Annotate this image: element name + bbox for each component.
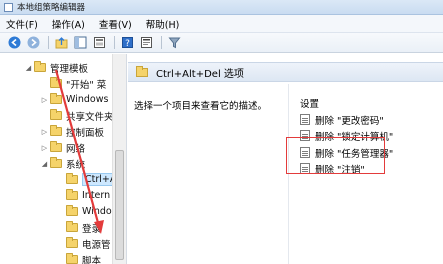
setting-remove-change-password[interactable]: 删除 "更改密码" bbox=[300, 112, 384, 127]
tree-item-windows-components[interactable]: ▷ Windows bbox=[40, 92, 108, 107]
collapse-arrow-icon[interactable]: ▷ bbox=[40, 128, 49, 136]
folder-icon bbox=[50, 109, 62, 120]
folder-icon bbox=[66, 173, 78, 184]
tree-item-windows-file[interactable]: Windo bbox=[56, 204, 112, 219]
folder-icon bbox=[50, 125, 62, 136]
help-icon[interactable]: ? bbox=[119, 35, 135, 51]
folder-icon bbox=[50, 93, 62, 104]
details-header: Ctrl+Alt+Del 选项 bbox=[128, 62, 443, 82]
menu-file[interactable]: 文件(F) bbox=[6, 17, 38, 31]
folder-icon bbox=[66, 221, 78, 232]
toolbar: ? bbox=[0, 33, 443, 53]
folder-icon bbox=[136, 65, 148, 77]
app-icon bbox=[4, 2, 13, 12]
folder-icon bbox=[66, 253, 78, 264]
window-title: 本地组策略编辑器 bbox=[17, 3, 86, 13]
properties-icon[interactable] bbox=[138, 35, 154, 51]
tree-scrollbar[interactable] bbox=[112, 54, 126, 264]
up-folder-icon[interactable] bbox=[53, 35, 69, 51]
tree-item-start-menu[interactable]: "开始" 菜 bbox=[40, 76, 106, 91]
menu-help[interactable]: 帮助(H) bbox=[146, 17, 180, 31]
tree-item-power-management[interactable]: 电源管 bbox=[56, 236, 111, 251]
folder-icon bbox=[66, 237, 78, 248]
menu-view[interactable]: 查看(V) bbox=[99, 17, 132, 31]
folder-icon bbox=[66, 205, 78, 216]
folder-icon bbox=[50, 141, 62, 152]
title-bar: 本地组策略编辑器 bbox=[0, 0, 443, 15]
menu-action[interactable]: 操作(A) bbox=[52, 17, 85, 31]
description-prompt: 选择一个项目来查看它的描述。 bbox=[134, 101, 268, 112]
highlight-annotation bbox=[286, 137, 385, 174]
folder-icon bbox=[66, 189, 78, 200]
tree-item-logon[interactable]: 登录 bbox=[56, 220, 101, 235]
filter-icon[interactable] bbox=[166, 35, 182, 51]
back-icon[interactable] bbox=[6, 35, 22, 51]
export-icon[interactable] bbox=[91, 35, 107, 51]
forward-icon[interactable] bbox=[25, 35, 41, 51]
menu-bar: 文件(F) 操作(A) 查看(V) 帮助(H) bbox=[0, 15, 443, 33]
folder-open-icon bbox=[34, 61, 46, 72]
tree-item-scripts[interactable]: 脚本 bbox=[56, 252, 101, 264]
scrollbar-thumb[interactable] bbox=[115, 150, 124, 260]
tree-item-system[interactable]: ◢ 系统 bbox=[40, 156, 85, 171]
pane-divider bbox=[288, 84, 289, 264]
folder-icon bbox=[50, 77, 62, 88]
tree-item-internet[interactable]: Intern bbox=[56, 188, 110, 203]
folder-open-icon bbox=[50, 157, 62, 168]
details-title: Ctrl+Alt+Del 选项 bbox=[156, 68, 244, 80]
expand-arrow-icon[interactable]: ◢ bbox=[40, 160, 49, 168]
toolbar-separator bbox=[48, 36, 49, 49]
toolbar-separator bbox=[161, 36, 162, 49]
tree-item-shared-folders[interactable]: 共享文件夹 bbox=[40, 108, 114, 123]
collapse-arrow-icon[interactable]: ▷ bbox=[40, 144, 49, 152]
collapse-arrow-icon[interactable]: ▷ bbox=[40, 96, 49, 104]
tree-item-admin-templates[interactable]: ◢ 管理模板 bbox=[24, 60, 88, 75]
toolbar-separator bbox=[114, 36, 115, 49]
settings-column-header[interactable]: 设置 bbox=[300, 96, 319, 110]
expand-arrow-icon[interactable]: ◢ bbox=[24, 64, 33, 72]
svg-text:?: ? bbox=[125, 39, 130, 49]
show-hide-tree-icon[interactable] bbox=[72, 35, 88, 51]
tree-item-network[interactable]: ▷ 网络 bbox=[40, 140, 85, 155]
policy-setting-icon bbox=[300, 114, 310, 125]
tree-pane: ◢ 管理模板 "开始" 菜 ▷ Windows 共享文件夹 ▷ 控制面板 ▷ 网… bbox=[0, 54, 127, 264]
tree-item-control-panel[interactable]: ▷ 控制面板 bbox=[40, 124, 104, 139]
